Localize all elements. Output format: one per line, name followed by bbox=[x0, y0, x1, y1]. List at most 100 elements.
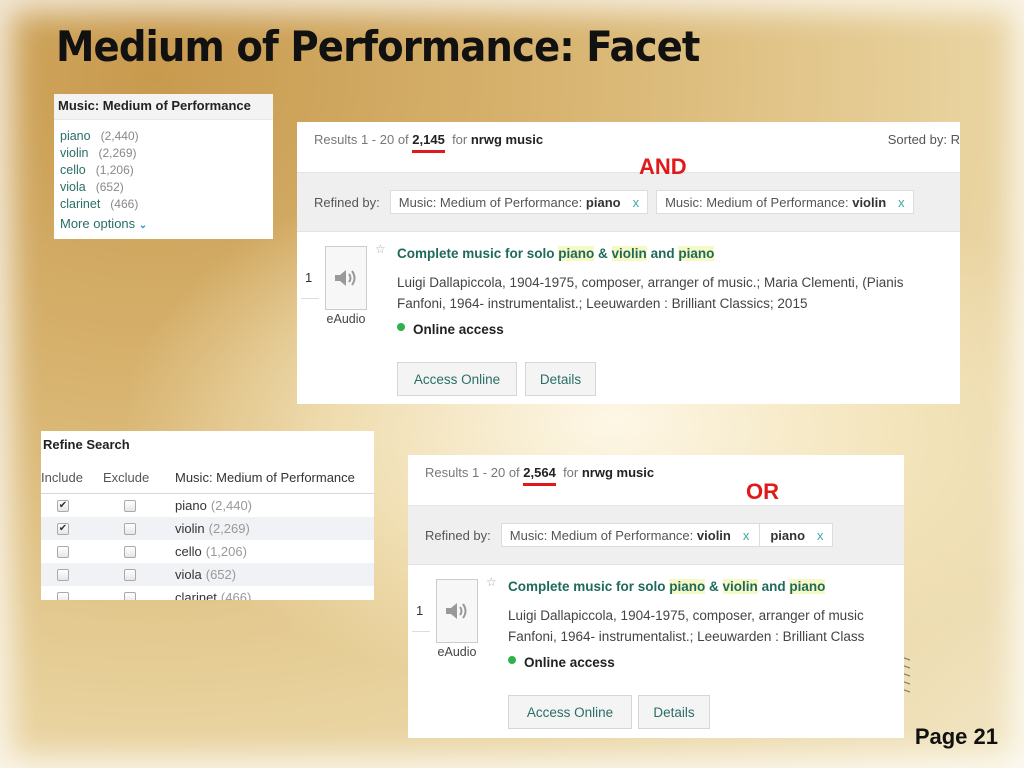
refine-row-label: cello (1,206) bbox=[175, 544, 374, 559]
result-index: 1 bbox=[416, 603, 424, 618]
refine-row-label: violin (2,269) bbox=[175, 521, 374, 536]
result-title-link[interactable]: Complete music for solo piano & violin a… bbox=[508, 579, 826, 594]
refine-row: viola (652) bbox=[41, 563, 374, 586]
facet-value: violin bbox=[175, 521, 205, 536]
facet-item-count: (2,269) bbox=[98, 146, 137, 160]
details-button[interactable]: Details bbox=[638, 695, 710, 729]
chip-value: violin bbox=[852, 194, 887, 210]
title-highlight: piano bbox=[678, 246, 715, 261]
facet-count: (2,440) bbox=[210, 498, 253, 513]
format-thumbnail[interactable] bbox=[325, 246, 367, 310]
facet-item-label[interactable]: cello bbox=[60, 163, 86, 177]
results-query: nrwg music bbox=[581, 465, 655, 480]
facet-list: piano (2,440) violin (2,269) cello (1,206) … bbox=[54, 120, 273, 213]
chip-separator bbox=[759, 524, 761, 546]
details-button[interactable]: Details bbox=[525, 362, 596, 396]
include-column-header: Include bbox=[41, 469, 83, 485]
exclude-checkbox[interactable] bbox=[124, 591, 136, 600]
format-thumbnail[interactable] bbox=[436, 579, 478, 643]
results-summary: Results 1 - 20 of 2,145 for nrwg music S… bbox=[297, 122, 960, 179]
chip-value: violin bbox=[696, 527, 731, 543]
chip-value: piano bbox=[770, 527, 806, 543]
access-online-button[interactable]: Access Online bbox=[508, 695, 632, 729]
title-part: Complete music for solo bbox=[508, 579, 670, 594]
title-part: and bbox=[757, 579, 790, 594]
facet-item[interactable]: clarinet (466) bbox=[60, 196, 267, 213]
refine-row-label: clarinet (466) bbox=[175, 590, 374, 600]
facet-item[interactable]: cello (1,206) bbox=[60, 162, 267, 179]
remove-chip-icon[interactable]: x bbox=[898, 195, 905, 210]
exclude-checkbox[interactable] bbox=[124, 499, 136, 512]
refinement-chip-or: Music: Medium of Performance: violin x p… bbox=[500, 523, 833, 547]
include-checkbox[interactable] bbox=[57, 568, 69, 581]
chip-prefix: Music: Medium of Performance: bbox=[398, 194, 583, 210]
slide-title: Medium of Performance: Facet bbox=[56, 22, 700, 71]
facet-item-count: (466) bbox=[110, 197, 139, 211]
access-online-button[interactable]: Access Online bbox=[397, 362, 517, 396]
chip-prefix: Music: Medium of Performance: bbox=[509, 527, 694, 543]
title-part: and bbox=[646, 246, 679, 261]
results-panel-or: Results 1 - 20 of 2,564 for nrwg music O… bbox=[408, 455, 904, 738]
facet-value: piano bbox=[175, 498, 207, 513]
remove-chip-icon[interactable]: x bbox=[633, 195, 640, 210]
facet-count: (652) bbox=[205, 567, 237, 582]
title-highlight: piano bbox=[558, 246, 595, 261]
remove-chip-icon[interactable]: x bbox=[743, 528, 750, 543]
include-checkbox[interactable] bbox=[57, 591, 69, 600]
and-annotation: AND bbox=[639, 154, 687, 179]
facet-item[interactable]: piano (2,440) bbox=[60, 128, 267, 145]
speaker-icon bbox=[335, 270, 356, 286]
refine-search-title: Refine Search bbox=[43, 437, 130, 452]
author-line: Luigi Dallapiccola, 1904-1975, composer,… bbox=[397, 275, 904, 290]
facet-item-label[interactable]: piano bbox=[60, 129, 91, 143]
refine-row: ✔ piano (2,440) bbox=[41, 494, 374, 517]
refine-row: clarinet (466) bbox=[41, 586, 374, 600]
facet-item[interactable]: violin (2,269) bbox=[60, 145, 267, 162]
exclude-checkbox[interactable] bbox=[124, 522, 136, 535]
facet-count: (1,206) bbox=[205, 544, 247, 559]
refine-row: ✔ violin (2,269) bbox=[41, 517, 374, 540]
chip-prefix: Music: Medium of Performance: bbox=[665, 194, 849, 210]
facet-value: clarinet bbox=[175, 590, 217, 600]
refinement-chip-piano: Music: Medium of Performance: piano x bbox=[389, 190, 649, 214]
star-icon[interactable]: ☆ bbox=[486, 575, 497, 589]
result-title-link[interactable]: Complete music for solo piano & violin a… bbox=[397, 246, 715, 261]
title-highlight: violin bbox=[611, 246, 647, 261]
availability-label: Online access bbox=[524, 655, 615, 670]
facet-item-label[interactable]: violin bbox=[60, 146, 89, 160]
include-checkbox-checked[interactable]: ✔ bbox=[57, 499, 69, 512]
format-label: eAudio bbox=[437, 645, 477, 659]
results-for: for bbox=[452, 132, 468, 147]
exclude-checkbox[interactable] bbox=[124, 545, 136, 558]
facet-item[interactable]: viola (652) bbox=[60, 179, 267, 196]
speaker-icon bbox=[446, 603, 467, 619]
refine-search-header: Include Exclude Music: Medium of Perform… bbox=[41, 461, 374, 494]
include-checkbox[interactable] bbox=[57, 545, 69, 558]
divider bbox=[301, 298, 319, 299]
refinement-chip-violin: Music: Medium of Performance: violin x bbox=[656, 190, 914, 214]
star-icon[interactable]: ☆ bbox=[375, 242, 386, 256]
exclude-checkbox[interactable] bbox=[124, 568, 136, 581]
facet-column-header: Music: Medium of Performance bbox=[175, 469, 355, 485]
results-for: for bbox=[563, 465, 579, 480]
facet-item-count: (652) bbox=[95, 180, 124, 194]
sorted-by-label[interactable]: Sorted by: R bbox=[888, 132, 960, 147]
title-part: & bbox=[705, 579, 723, 594]
remove-chip-icon[interactable]: x bbox=[817, 528, 824, 543]
refine-row-label: piano (2,440) bbox=[175, 498, 374, 513]
page-number: Page 21 bbox=[914, 724, 998, 749]
results-total: 2,145 bbox=[412, 132, 445, 147]
facet-count: (466) bbox=[220, 590, 252, 600]
chip-value: piano bbox=[585, 194, 621, 210]
availability-status: Online access bbox=[508, 655, 615, 670]
results-prefix: Results 1 - 20 of bbox=[425, 465, 520, 480]
more-options-link[interactable]: More options ⌄ bbox=[54, 216, 273, 231]
exclude-column-header: Exclude bbox=[103, 469, 150, 485]
include-checkbox-checked[interactable]: ✔ bbox=[57, 522, 69, 535]
facet-item-label[interactable]: clarinet bbox=[60, 197, 100, 211]
more-options-label[interactable]: More options bbox=[60, 216, 135, 231]
title-part: Complete music for solo bbox=[397, 246, 559, 261]
facet-item-label[interactable]: viola bbox=[60, 180, 86, 194]
result-item: 1 eAudio ☆ Complete music for solo piano… bbox=[297, 232, 960, 402]
or-annotation: OR bbox=[746, 479, 779, 504]
